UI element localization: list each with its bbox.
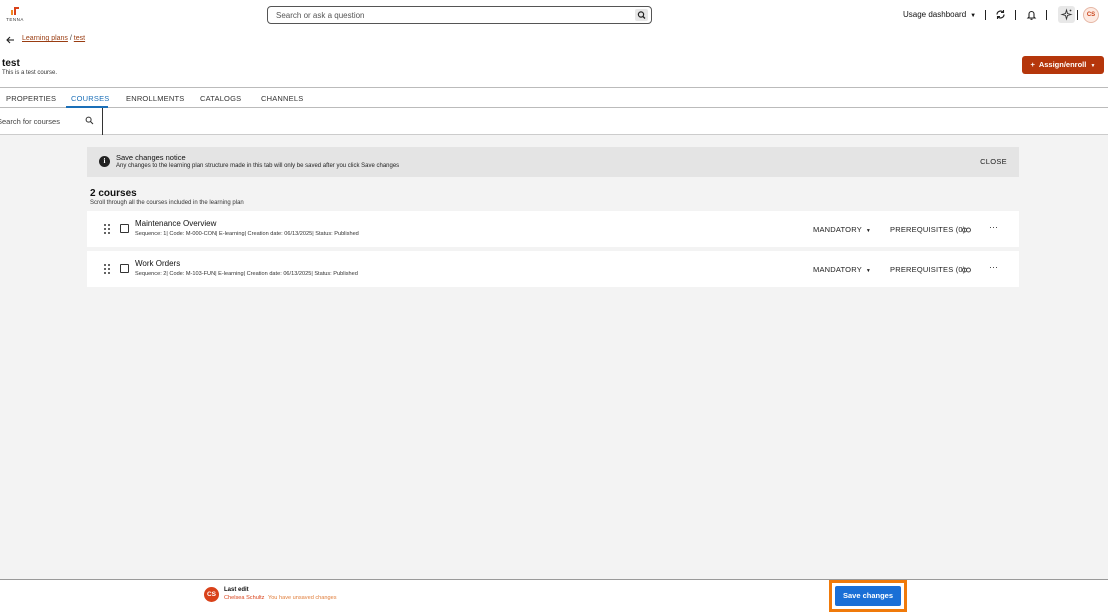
back-arrow-icon[interactable] (5, 35, 15, 45)
notice-close-button[interactable]: CLOSE (980, 157, 1007, 166)
info-icon: i (99, 156, 110, 167)
link-icon[interactable] (962, 226, 971, 233)
app-logo[interactable]: TENNA (4, 5, 26, 25)
caret-down-icon: ▼ (970, 13, 977, 19)
breadcrumb: Learning plans / test (22, 35, 85, 42)
tab-courses[interactable]: COURSES (71, 94, 110, 103)
requirement-label: MANDATORY (813, 225, 862, 234)
course-row: Maintenance Overview Sequence: 1| Code: … (87, 211, 1019, 247)
course-search-input[interactable]: Search for courses (0, 108, 84, 135)
page-header: Learning plans / test test This is a tes… (0, 30, 1108, 88)
course-meta: Sequence: 2| Code: M-103-FUN| E-learning… (135, 271, 358, 277)
course-search-placeholder: Search for courses (0, 117, 60, 126)
tab-properties[interactable]: PROPERTIES (6, 94, 56, 103)
course-meta: Sequence: 1| Code: M-000-CON| E-learning… (135, 231, 359, 237)
editor-name: Chelsea Schultz (224, 595, 265, 601)
prerequisites-button[interactable]: PREREQUISITES (0) (890, 265, 966, 274)
more-options-icon[interactable]: ··· (989, 262, 998, 272)
more-options-icon[interactable]: ··· (989, 222, 998, 232)
page-subtitle: This is a test course. (2, 70, 58, 76)
refresh-icon[interactable] (994, 8, 1007, 21)
link-icon[interactable] (962, 266, 971, 273)
tab-channels[interactable]: CHANNELS (261, 94, 303, 103)
logo-word: TENNA (6, 17, 24, 22)
prerequisites-button[interactable]: PREREQUISITES (0) (890, 225, 966, 234)
breadcrumb-separator: / (69, 35, 72, 42)
course-name: Maintenance Overview (135, 219, 217, 228)
course-select-checkbox[interactable] (120, 224, 129, 233)
breadcrumb-learning-plans-link[interactable]: Learning plans (22, 35, 68, 42)
plus-icon: + (1030, 60, 1035, 69)
user-avatar[interactable]: CS (1083, 7, 1099, 23)
divider (1015, 10, 1016, 20)
usage-dashboard-menu[interactable]: Usage dashboard ▼ (903, 10, 976, 19)
requirement-label: MANDATORY (813, 265, 862, 274)
notice-body: Any changes to the learning plan structu… (116, 163, 400, 169)
breadcrumb-current-link[interactable]: test (74, 35, 85, 42)
unsaved-changes-text: You have unsaved changes (267, 595, 337, 601)
page-title: test (2, 58, 20, 69)
save-changes-notice: i Save changes notice Any changes to the… (87, 147, 1019, 177)
courses-count: 2 courses (90, 188, 137, 199)
assign-enroll-button[interactable]: + Assign/enroll ▼ (1022, 56, 1104, 74)
course-search-bar: Search for courses (0, 108, 1108, 135)
divider (1077, 10, 1078, 20)
last-edit-label: Last edit (224, 587, 249, 593)
requirement-dropdown[interactable]: MANDATORY ▼ (813, 225, 871, 234)
usage-dashboard-label: Usage dashboard (903, 10, 967, 19)
drag-handle-icon[interactable] (104, 264, 110, 274)
requirement-dropdown[interactable]: MANDATORY ▼ (813, 265, 871, 274)
global-search-input[interactable]: Search or ask a question (267, 6, 652, 24)
footer-bar: CS Last edit Chelsea Schultz You have un… (0, 579, 1108, 616)
assign-enroll-label: Assign/enroll (1038, 60, 1087, 69)
tab-catalogs[interactable]: CATALOGS (200, 94, 241, 103)
divider (102, 108, 103, 135)
tab-bar: PROPERTIES COURSES ENROLLMENTS CATALOGS … (0, 88, 1108, 108)
course-name: Work Orders (135, 259, 181, 268)
course-row: Work Orders Sequence: 2| Code: M-103-FUN… (87, 251, 1019, 287)
courses-count-subtitle: Scroll through all the courses included … (90, 200, 244, 206)
caret-down-icon: ▼ (865, 268, 872, 274)
drag-handle-icon[interactable] (104, 224, 110, 234)
sparkle-icon (1060, 8, 1073, 21)
save-changes-button[interactable]: Save changes (835, 586, 901, 606)
tab-enrollments[interactable]: ENROLLMENTS (126, 94, 184, 103)
divider (1046, 10, 1047, 20)
caret-down-icon: ▼ (865, 228, 872, 234)
last-editor-info: Chelsea Schultz You have unsaved changes (224, 595, 337, 601)
editor-avatar: CS (204, 587, 219, 602)
search-icon[interactable] (635, 9, 648, 21)
course-select-checkbox[interactable] (120, 264, 129, 273)
logo-mark-icon (11, 7, 19, 15)
notice-title: Save changes notice (116, 153, 186, 162)
global-search-placeholder: Search or ask a question (276, 11, 365, 20)
search-icon[interactable] (85, 116, 94, 125)
top-bar: TENNA Search or ask a question Usage das… (0, 0, 1108, 30)
caret-down-icon: ▼ (1090, 63, 1096, 69)
divider (985, 10, 986, 20)
ai-assistant-button[interactable] (1058, 6, 1075, 23)
bell-icon[interactable] (1025, 8, 1038, 21)
